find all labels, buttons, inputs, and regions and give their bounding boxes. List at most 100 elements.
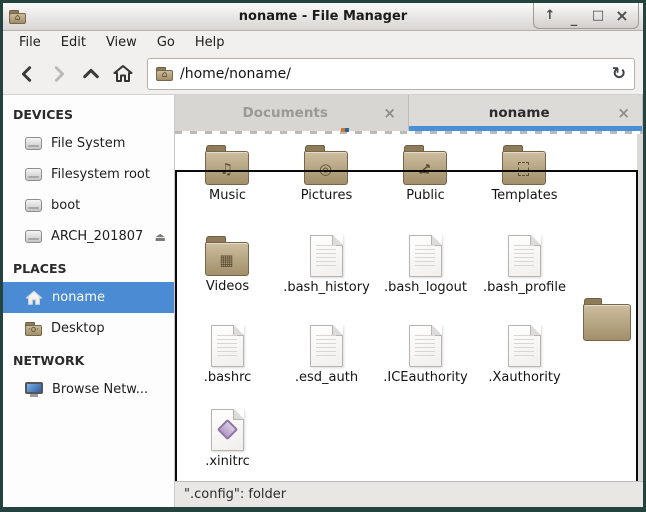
sidebar-item-browse-network[interactable]: Browse Netw... xyxy=(3,374,174,405)
sidebar-item-desktop[interactable]: ·o· Desktop xyxy=(3,313,174,344)
menu-help[interactable]: Help xyxy=(185,33,235,52)
vertical-scrollbar[interactable] xyxy=(637,134,643,481)
shade-button[interactable]: ↑ xyxy=(538,5,562,27)
sidebar-item-file-system[interactable]: File System xyxy=(3,128,174,159)
path-input[interactable]: /home/noname/ xyxy=(180,66,605,82)
close-button[interactable]: × xyxy=(610,5,634,27)
text-file-icon xyxy=(409,325,442,367)
main-area: DEVICES File System Filesystem root boot… xyxy=(3,95,643,507)
file-name: .bashrc xyxy=(204,370,252,385)
home-glyph: ⌂ xyxy=(9,13,26,24)
back-button[interactable] xyxy=(11,59,43,89)
tab-documents[interactable]: Documents × xyxy=(175,95,409,131)
maximize-button[interactable]: □ xyxy=(586,5,610,27)
desktop-dots: ·o· xyxy=(25,325,42,336)
text-file-icon xyxy=(508,325,541,367)
home-button[interactable] xyxy=(107,59,139,89)
sidebar-item-label: Desktop xyxy=(51,321,105,336)
file-item[interactable]: .bashrc xyxy=(178,321,277,405)
file-name: .ICEauthority xyxy=(383,370,468,385)
file-item[interactable]: .bash_profile xyxy=(475,231,574,321)
file-view[interactable]: ♫ Music ◎ Pictures xyxy=(175,131,643,481)
file-item[interactable]: ▦ Videos xyxy=(178,231,277,321)
home-icon xyxy=(112,63,134,85)
film-glyph: ▦ xyxy=(205,244,249,276)
menu-edit[interactable]: Edit xyxy=(51,33,96,52)
text-file-icon xyxy=(409,235,442,277)
menu-go[interactable]: Go xyxy=(147,33,185,52)
menubar: File Edit View Go Help xyxy=(3,31,643,54)
file-item[interactable]: Public xyxy=(376,140,475,231)
file-item[interactable]: .esd_auth xyxy=(277,321,376,405)
sidebar: DEVICES File System Filesystem root boot… xyxy=(3,95,175,507)
status-text: ".config": folder xyxy=(184,487,286,502)
tab-close-icon[interactable]: × xyxy=(383,104,396,122)
file-name: .bash_logout xyxy=(384,280,467,295)
menu-file[interactable]: File xyxy=(9,33,51,52)
tab-noname[interactable]: noname × xyxy=(409,95,643,131)
folder-pictures-icon: ◎ xyxy=(304,145,350,185)
file-item[interactable]: Templates xyxy=(475,140,574,231)
file-item[interactable]: ♫ Music xyxy=(178,140,277,231)
path-home-folder-icon: ⌂ xyxy=(156,67,173,81)
home-icon xyxy=(25,290,43,306)
sidebar-item-arch-201807[interactable]: ARCH_201807 ⏏ xyxy=(3,221,174,252)
folder-icon: ·o· xyxy=(25,322,42,336)
file-name: Pictures xyxy=(301,188,352,203)
folder-music-icon: ♫ xyxy=(205,145,251,185)
toolbar: ⌂ /home/noname/ ↻ xyxy=(3,54,643,95)
file-item[interactable]: .ICEauthority xyxy=(376,321,475,405)
forward-button[interactable] xyxy=(43,59,75,89)
text-file-icon xyxy=(211,325,244,367)
sidebar-item-label: Filesystem root xyxy=(51,167,150,182)
sidebar-item-label: boot xyxy=(51,198,80,213)
sidebar-item-label: noname xyxy=(52,290,105,305)
sidebar-header-places: PLACES xyxy=(3,252,174,282)
share-glyph xyxy=(403,153,447,185)
chevron-left-icon xyxy=(18,65,36,83)
dragged-folder-icon[interactable] xyxy=(583,293,633,341)
drop-dash-line xyxy=(175,131,643,134)
file-item[interactable]: .bash_history xyxy=(277,231,376,321)
tab-bar: Documents × noname × xyxy=(175,95,643,131)
file-item[interactable]: .xinitrc xyxy=(178,405,277,481)
up-button[interactable] xyxy=(75,59,107,89)
music-glyph: ♫ xyxy=(205,153,249,185)
sidebar-item-label: Browse Netw... xyxy=(52,382,148,397)
file-manager-window: ⌂ noname - File Manager ↑ _ □ × File Edi… xyxy=(0,0,646,512)
file-item[interactable]: ◎ Pictures xyxy=(277,140,376,231)
drive-icon xyxy=(25,168,42,181)
drive-icon xyxy=(25,230,42,243)
file-item[interactable]: .Xauthority xyxy=(475,321,574,405)
file-grid: ♫ Music ◎ Pictures xyxy=(178,140,574,481)
minimize-button[interactable]: _ xyxy=(562,5,586,27)
sidebar-item-filesystem-root[interactable]: Filesystem root xyxy=(3,159,174,190)
file-name: Music xyxy=(209,188,246,203)
folder-videos-icon: ▦ xyxy=(205,236,251,276)
sidebar-item-label: File System xyxy=(51,136,125,151)
file-name: .esd_auth xyxy=(295,370,358,385)
tab-label: noname xyxy=(421,105,617,121)
status-bar: ".config": folder xyxy=(175,481,643,507)
chevron-up-icon xyxy=(82,65,100,83)
path-bar[interactable]: ⌂ /home/noname/ ↻ xyxy=(147,58,635,90)
content-pane: Documents × noname × ♫ xyxy=(175,95,643,507)
text-file-icon xyxy=(310,235,343,277)
menu-view[interactable]: View xyxy=(96,33,147,52)
folder-public-icon xyxy=(403,145,449,185)
window-controls: ↑ _ □ × xyxy=(533,3,639,29)
drive-icon xyxy=(25,199,42,212)
file-item[interactable]: .bash_logout xyxy=(376,231,475,321)
tab-close-icon[interactable]: × xyxy=(617,104,630,122)
file-name: Public xyxy=(406,188,444,203)
camera-glyph: ◎ xyxy=(304,153,348,185)
text-file-icon xyxy=(508,235,541,277)
sidebar-item-boot[interactable]: boot xyxy=(3,190,174,221)
script-file-icon xyxy=(211,409,244,451)
sidebar-item-noname[interactable]: noname xyxy=(3,282,174,313)
titlebar[interactable]: ⌂ noname - File Manager ↑ _ □ × xyxy=(3,3,643,31)
refresh-icon[interactable]: ↻ xyxy=(612,64,626,84)
eject-icon[interactable]: ⏏ xyxy=(155,230,166,244)
file-name: .bash_profile xyxy=(483,280,566,295)
file-name: .Xauthority xyxy=(488,370,560,385)
